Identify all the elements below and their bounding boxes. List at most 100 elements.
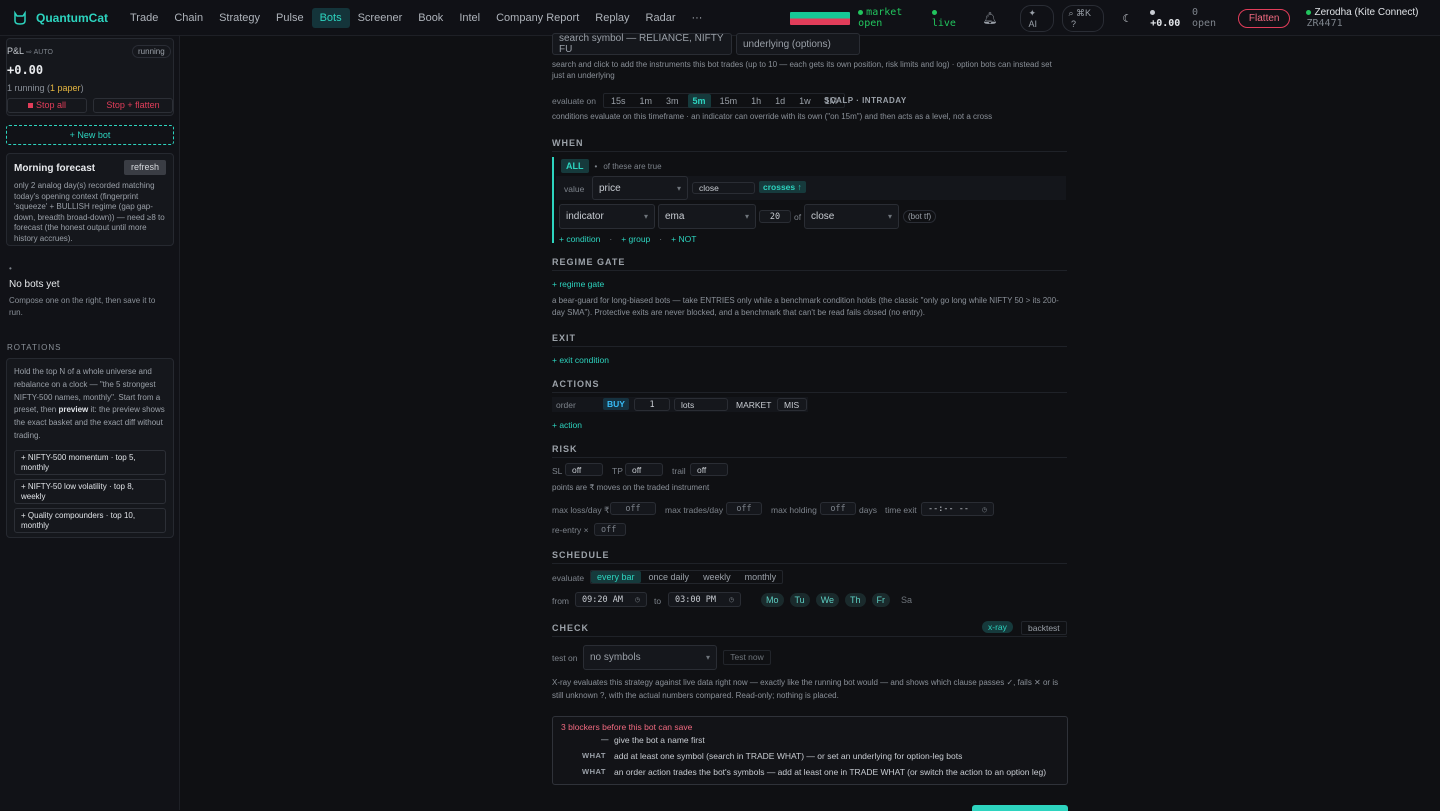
add-regime-button[interactable]: + regime gate [552, 279, 604, 289]
nav-item-9[interactable]: Company Report [488, 8, 587, 28]
days-label: days [859, 505, 877, 515]
reentry-input[interactable]: off [594, 523, 626, 536]
add-action-button[interactable]: + action [552, 420, 582, 430]
period-input[interactable]: 20 [759, 210, 791, 223]
app-name: QuantumCat [36, 10, 108, 25]
moon-icon[interactable]: ☾ [1122, 12, 1132, 25]
schedule-option[interactable]: once daily [643, 571, 696, 583]
tp-input[interactable]: off [625, 463, 663, 476]
weekday-mo[interactable]: Mo [761, 593, 784, 607]
weekday-th[interactable]: Th [845, 593, 866, 607]
schedule-heading: SCHEDULE [552, 550, 610, 560]
chevron-down-icon: ▾ [643, 212, 648, 221]
app-logo[interactable]: QuantumCat [12, 10, 108, 26]
bell-icon[interactable]: 🔔︎ [982, 11, 997, 25]
nav-item-11[interactable]: Radar [638, 8, 684, 28]
to-time-input[interactable]: 03:00 PM ◷ [668, 592, 741, 607]
nav-item-6[interactable]: Screener [350, 8, 411, 28]
value-label: value [564, 184, 585, 194]
side-select[interactable]: BUY [603, 398, 629, 410]
regime-rule [552, 270, 1067, 271]
from-time-input[interactable]: 09:20 AM ◷ [575, 592, 647, 607]
underlying-input[interactable]: underlying (options) [736, 33, 860, 55]
schedule-option[interactable]: weekly [697, 571, 737, 583]
refresh-button[interactable]: refresh [124, 160, 166, 175]
flatten-button[interactable]: Flatten [1237, 8, 1291, 28]
nav-item-5[interactable]: Bots [311, 7, 350, 28]
timeframe-1h[interactable]: 1h [746, 94, 766, 108]
stop-all-button[interactable]: Stop all [7, 98, 87, 113]
nav-item-4[interactable]: Pulse [268, 8, 312, 28]
timeframe-1w[interactable]: 1w [794, 94, 816, 108]
test-now-button[interactable]: Test now [723, 650, 771, 665]
source-select[interactable]: close ▾ [804, 204, 899, 229]
add-group-button[interactable]: + group [621, 234, 650, 244]
weekday-sa[interactable]: Sa [896, 593, 917, 607]
nav-item-2[interactable]: Chain [166, 8, 211, 28]
operand-type-select[interactable]: price ▾ [592, 176, 688, 200]
blocker-tag: WHAT [582, 767, 606, 776]
nav-item-10[interactable]: Replay [587, 8, 637, 28]
add-not-button[interactable]: + NOT [671, 234, 696, 244]
nav-item-8[interactable]: Intel [451, 8, 488, 28]
save-button[interactable] [972, 805, 1068, 811]
timeframe-3m[interactable]: 3m [661, 94, 684, 108]
broker-status[interactable]: Zerodha (Kite Connect) ZR4471 [1306, 7, 1440, 29]
new-bot-button[interactable]: + New bot [6, 125, 174, 145]
nav-item-12[interactable]: ··· [683, 8, 710, 28]
command-palette-button[interactable]: ⌕ ⌘K ? [1061, 4, 1105, 32]
time-exit-input[interactable]: --:-- -- ◷ [921, 502, 994, 516]
indicator-select[interactable]: ema ▾ [658, 204, 756, 229]
add-condition-button[interactable]: + condition [559, 234, 600, 244]
timeframe-15m[interactable]: 15m [715, 94, 743, 108]
timeframe-1m[interactable]: 1m [635, 94, 658, 108]
max-holding-input[interactable]: off [820, 502, 856, 515]
trail-input[interactable]: off [690, 463, 728, 476]
top-bar: QuantumCat Trade Chain Strategy Pulse Bots Sc… [0, 0, 1440, 36]
max-trades-input[interactable]: off [726, 502, 762, 515]
schedule-rule [552, 563, 1067, 564]
schedule-selector: every bar once daily weekly monthly [590, 570, 784, 584]
check-heading: CHECK [552, 623, 590, 633]
rhs-type-select[interactable]: indicator ▾ [559, 204, 655, 229]
qty-unit-select[interactable]: lots [674, 398, 728, 411]
product-select[interactable]: MIS [777, 398, 807, 411]
xray-help: X-ray evaluates this strategy against li… [552, 678, 1059, 700]
cat-icon [14, 10, 26, 25]
ai-button[interactable]: ✦ AI [1019, 4, 1054, 32]
backtest-tab[interactable]: backtest [1021, 621, 1067, 635]
stop-flatten-button[interactable]: Stop + flatten [93, 98, 173, 113]
weekday-we[interactable]: We [815, 593, 840, 607]
timeframe-5m[interactable]: 5m [687, 93, 711, 108]
max-loss-input[interactable]: off [610, 502, 656, 515]
order-type-select[interactable]: MARKET [736, 400, 771, 410]
sl-input[interactable]: off [565, 463, 603, 476]
timeframe-override[interactable]: (bot tf) [903, 210, 937, 223]
schedule-option[interactable]: every bar [591, 571, 641, 583]
add-exit-button[interactable]: + exit condition [552, 355, 609, 365]
max-loss-label: max loss/day ₹ [552, 505, 610, 515]
rotation-preset-button[interactable]: + NIFTY-50 low volatility · top 8, weekl… [14, 479, 166, 504]
schedule-option[interactable]: monthly [739, 571, 783, 583]
weekday-tu[interactable]: Tu [789, 593, 810, 607]
nav-item-7[interactable]: Book [410, 8, 451, 28]
symbol-search-input[interactable]: search symbol — RELIANCE, NIFTY FU [552, 33, 732, 55]
xray-tab[interactable]: x-ray [982, 621, 1013, 633]
forecast-card: Morning forecast refresh only 2 analog d… [6, 153, 174, 246]
evaluate-label: evaluate [552, 573, 585, 583]
sep: · [659, 234, 663, 244]
chevron-down-icon: ▾ [887, 212, 892, 221]
qty-input[interactable]: 1 [634, 398, 670, 411]
all-toggle[interactable]: ALL [561, 159, 589, 173]
test-symbol-select[interactable]: no symbols ▾ [583, 645, 717, 670]
rotation-preset-button[interactable]: + Quality compounders · top 10, monthly [14, 508, 166, 533]
timeframe-15s[interactable]: 15s [606, 94, 631, 108]
weekday-fr[interactable]: Fr [871, 593, 891, 607]
rotation-preset-button[interactable]: + NIFTY-500 momentum · top 5, monthly [14, 450, 166, 475]
timeframe-1d[interactable]: 1d [770, 94, 790, 108]
nav-item-1[interactable]: Trade [122, 8, 166, 28]
price-field-select[interactable]: close [692, 182, 755, 194]
comparator-select[interactable]: crosses ↑ [759, 181, 806, 193]
nav-item-3[interactable]: Strategy [211, 8, 268, 28]
reentry-label: re-entry × [552, 525, 589, 535]
